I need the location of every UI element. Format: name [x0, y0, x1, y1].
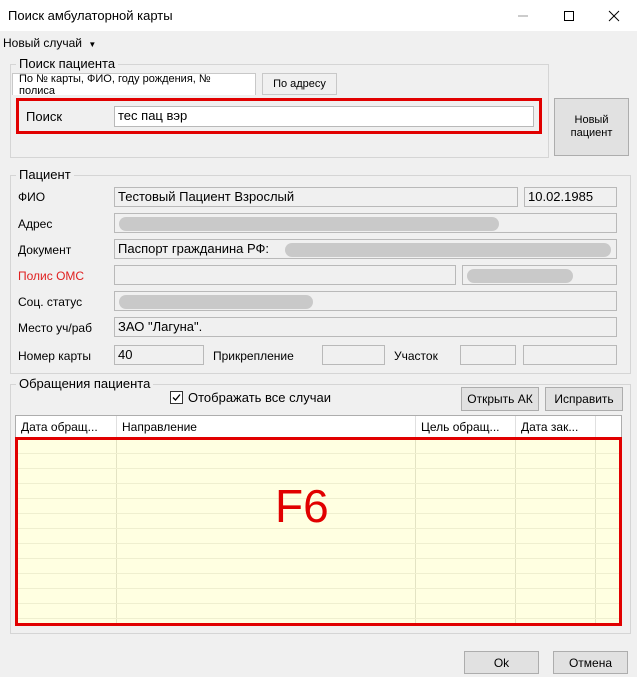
document-field: Паспорт гражданина РФ:	[114, 239, 617, 259]
chevron-down-icon: ▼	[88, 40, 97, 49]
col-close-date[interactable]: Дата зак...	[516, 416, 596, 438]
fio-field: Тестовый Пациент Взрослый	[114, 187, 518, 207]
show-all-label: Отображать все случаи	[188, 390, 331, 405]
attachment-field	[322, 345, 385, 365]
col-appeal-date[interactable]: Дата обращ...	[16, 416, 117, 438]
new-case-menu[interactable]: Новый случай ▼	[3, 36, 96, 50]
social-status-label: Соц. статус	[18, 295, 83, 309]
address-field	[114, 213, 617, 233]
close-icon[interactable]	[591, 0, 637, 31]
title-bar: Поиск амбулаторной карты	[0, 0, 637, 31]
cancel-button[interactable]: Отмена	[553, 651, 628, 674]
open-ak-button[interactable]: Открыть АК	[461, 387, 539, 411]
appeals-title: Обращения пациента	[16, 376, 154, 391]
tab-by-card[interactable]: По № карты, ФИО, году рождения, № полиса	[12, 72, 256, 97]
col-purpose[interactable]: Цель обращ...	[416, 416, 516, 438]
tab-by-address[interactable]: По адресу	[262, 73, 337, 95]
card-number-label: Номер карты	[18, 349, 91, 363]
tab-by-card-label: По № карты, ФИО, году рождения, № полиса	[19, 72, 211, 97]
birth-date-field: 10.02.1985	[524, 187, 617, 207]
site-label: Участок	[394, 349, 438, 363]
document-type: Паспорт гражданина РФ:	[118, 241, 270, 256]
workplace-field: ЗАО "Лагуна".	[114, 317, 617, 337]
search-input[interactable]: тес пац вэр	[114, 106, 534, 127]
new-case-menu-label: Новый случай	[3, 36, 83, 50]
fio-label: ФИО	[18, 190, 46, 204]
site-extra-field	[523, 345, 617, 365]
fix-button[interactable]: Исправить	[545, 387, 623, 411]
check-icon[interactable]	[170, 391, 183, 404]
ok-button[interactable]: Ok	[464, 651, 539, 674]
search-label: Поиск	[26, 109, 63, 124]
oms-number-field	[462, 265, 617, 285]
tab-by-address-label: По адресу	[273, 78, 326, 90]
col-direction[interactable]: Направление	[117, 416, 416, 438]
site-field	[460, 345, 516, 365]
patient-title: Пациент	[16, 167, 74, 182]
card-number-field: 40	[114, 345, 204, 365]
oms-series-field	[114, 265, 456, 285]
redacted-address	[119, 217, 499, 231]
document-label: Документ	[18, 243, 72, 257]
address-label: Адрес	[18, 217, 53, 231]
window-title: Поиск амбулаторной карты	[8, 8, 173, 23]
attachment-label: Прикрепление	[213, 349, 294, 363]
patient-search-title: Поиск пациента	[16, 56, 119, 71]
redacted-document	[285, 243, 611, 257]
redacted-oms	[467, 269, 573, 283]
social-status-field	[114, 291, 617, 311]
new-patient-button[interactable]: Новый пациент	[554, 98, 629, 156]
minimize-icon[interactable]	[500, 0, 546, 31]
workplace-label: Место уч/раб	[18, 321, 92, 335]
table-header: Дата обращ... Направление Цель обращ... …	[16, 416, 621, 439]
maximize-icon[interactable]	[546, 0, 592, 31]
f6-hotkey-label: F6	[275, 480, 329, 532]
show-all-checkbox[interactable]: Отображать все случаи	[170, 390, 331, 405]
redacted-social-status	[119, 295, 313, 309]
oms-label: Полис ОМС	[18, 269, 85, 283]
